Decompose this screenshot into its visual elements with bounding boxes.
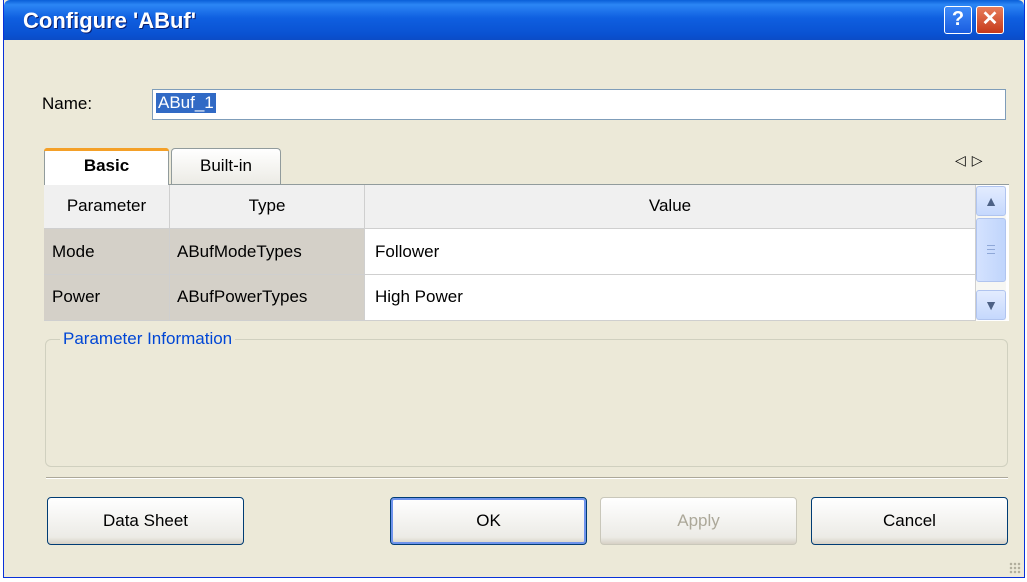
grid-scrollbar[interactable]: ▲ ▼ [976, 186, 1006, 320]
column-header-value[interactable]: Value [365, 185, 976, 229]
scroll-up-icon[interactable]: ▲ [976, 186, 1006, 216]
window-title: Configure 'ABuf' [23, 8, 196, 33]
scroll-down-icon[interactable]: ▼ [976, 290, 1006, 320]
resize-grip-icon[interactable] [1009, 562, 1021, 574]
apply-button[interactable]: Apply [600, 497, 797, 545]
column-header-type[interactable]: Type [170, 185, 365, 229]
row-mode-parameter[interactable]: Mode [44, 229, 170, 275]
tab-scroll-arrows: ◁▷ [955, 152, 989, 169]
tab-built-in[interactable]: Built-in [171, 148, 281, 184]
row-power-type: ABufPowerTypes [170, 275, 365, 321]
data-sheet-button[interactable]: Data Sheet [47, 497, 244, 545]
ok-button[interactable]: OK [390, 497, 587, 545]
tab-basic[interactable]: Basic [44, 148, 169, 185]
name-value: ABuf_1 [156, 93, 216, 113]
scroll-thumb[interactable] [976, 218, 1006, 282]
row-power-value[interactable]: High Power [365, 275, 976, 321]
name-input[interactable]: ABuf_1 [152, 89, 1006, 120]
row-power-parameter[interactable]: Power [44, 275, 170, 321]
cancel-button[interactable]: Cancel [811, 497, 1008, 545]
title-bar[interactable]: Configure 'ABuf' ? ✕ [4, 0, 1024, 40]
parameter-information-legend: Parameter Information [60, 329, 236, 349]
row-mode-value[interactable]: Follower [365, 229, 976, 275]
row-mode-type: ABufModeTypes [170, 229, 365, 275]
parameter-grid: Parameter Type Value Mode ABufModeTypes … [44, 184, 1009, 321]
tab-scroll-left-icon[interactable]: ◁ [955, 152, 972, 168]
parameter-information-box [45, 339, 1008, 467]
configure-dialog: Configure 'ABuf' ? ✕ Name: ABuf_1 Basic … [3, 0, 1025, 578]
help-button[interactable]: ? [944, 6, 972, 34]
name-label: Name: [42, 94, 93, 113]
divider [46, 477, 1008, 479]
close-button[interactable]: ✕ [976, 6, 1004, 34]
tab-scroll-right-icon[interactable]: ▷ [972, 152, 989, 168]
column-header-parameter[interactable]: Parameter [44, 185, 170, 229]
